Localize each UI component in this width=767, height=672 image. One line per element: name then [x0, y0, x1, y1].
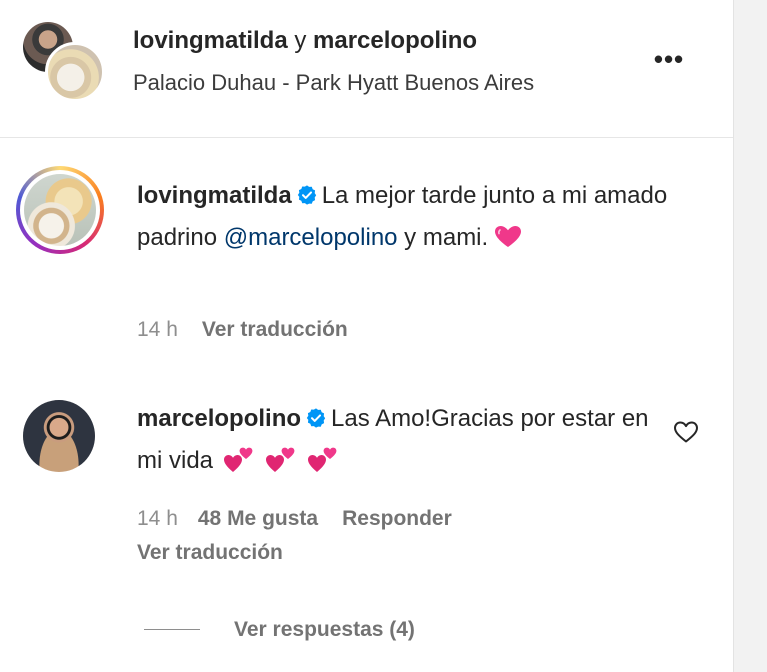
post-panel: lovingmatilda y marcelopolino Palacio Du…: [0, 0, 733, 672]
see-translation-button[interactable]: Ver traducción: [137, 541, 283, 564]
view-replies-button[interactable]: Ver respuestas (4): [144, 618, 415, 642]
author-marcelopolino-link[interactable]: marcelopolino: [313, 27, 477, 54]
see-translation-button[interactable]: Ver traducción: [202, 318, 348, 341]
view-replies-label: Ver respuestas (4): [234, 618, 415, 641]
comment-username[interactable]: marcelopolino: [137, 405, 301, 432]
caption-text-end: y mami.: [397, 224, 489, 251]
reply-meta: 14 h 48 Me gusta Responder: [137, 507, 452, 531]
caption-comment: lovingmatilda La mejor tarde junto a mi …: [137, 175, 677, 259]
more-options-icon[interactable]: •••: [648, 46, 690, 72]
replies-divider-line: [144, 629, 200, 630]
reply-button[interactable]: Responder: [342, 507, 452, 530]
collab-avatars[interactable]: [23, 22, 105, 102]
pink-heart-emoji-icon: [495, 226, 522, 247]
two-hearts-emoji-icon: [266, 447, 295, 472]
post-authors: lovingmatilda y marcelopolino: [133, 27, 477, 55]
story-ring-inner: [20, 170, 100, 250]
comment-time[interactable]: 14 h: [137, 318, 178, 341]
avatar-photo: [24, 174, 96, 246]
authors-conjunction: y: [287, 27, 314, 54]
reply-translate-row: Ver traducción: [137, 541, 283, 565]
caption-meta: 14 h Ver traducción: [137, 318, 348, 342]
likes-count-button[interactable]: 48 Me gusta: [198, 507, 318, 530]
verified-badge-icon: [297, 185, 316, 205]
comment-time[interactable]: 14 h: [137, 507, 178, 530]
location-link[interactable]: Palacio Duhau - Park Hyatt Buenos Aires: [133, 70, 534, 96]
author-lovingmatilda-link[interactable]: lovingmatilda: [133, 27, 288, 54]
two-hearts-emoji-icon: [308, 447, 337, 472]
heart-outline-icon[interactable]: [673, 420, 699, 444]
comment-username[interactable]: lovingmatilda: [137, 182, 292, 209]
reply-comment: marcelopolino Las Amo!Gracias por estar …: [137, 398, 657, 482]
verified-badge-icon: [306, 408, 326, 428]
post-header: lovingmatilda y marcelopolino Palacio Du…: [0, 0, 733, 138]
avatar-lovingmatilda[interactable]: [45, 42, 105, 102]
avatar-marcelopolino-comment[interactable]: [23, 400, 95, 472]
mention-link[interactable]: @marcelopolino: [224, 224, 398, 251]
avatar-lovingmatilda-story[interactable]: [16, 166, 104, 254]
two-hearts-emoji-icon: [224, 447, 253, 472]
page-background-strip: [733, 0, 767, 672]
